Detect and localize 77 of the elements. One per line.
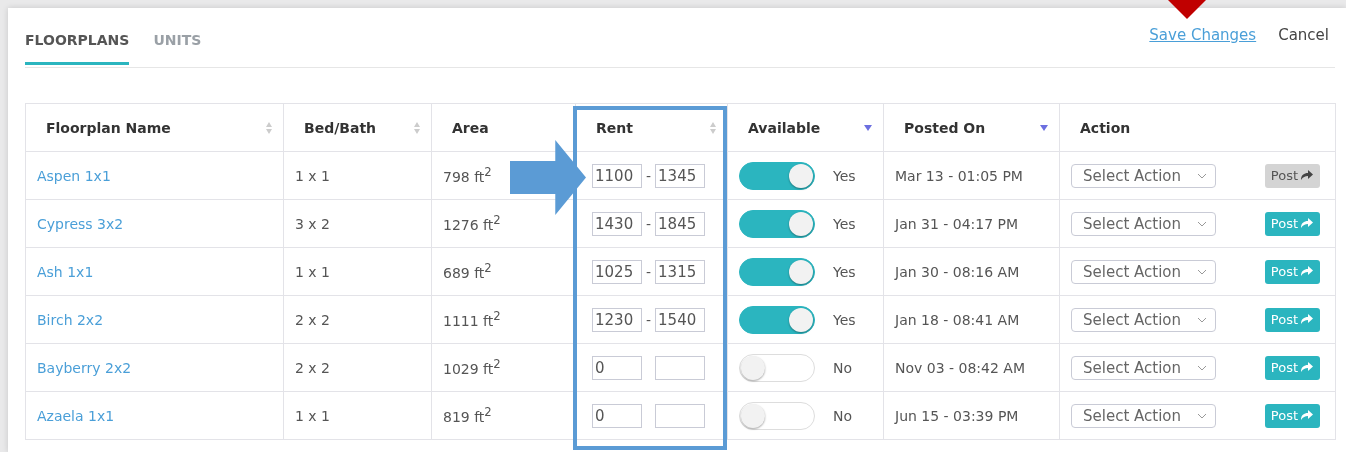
availability-label: Yes xyxy=(833,263,856,280)
chevron-down-icon xyxy=(1197,268,1207,275)
rent-min-field[interactable]: 0 xyxy=(592,403,642,428)
sort-descending-icon[interactable] xyxy=(863,123,873,132)
availability-label: No xyxy=(833,359,853,376)
rent-max-field[interactable]: 1345 xyxy=(655,163,706,188)
sort-icon[interactable] xyxy=(709,120,717,135)
chevron-down-icon xyxy=(1197,220,1207,227)
table-cell: 819 ft$^{2}$ xyxy=(443,409,492,426)
availability-label: No xyxy=(833,407,853,424)
action-select[interactable]: Select Action xyxy=(1071,211,1216,236)
column-header: Area xyxy=(452,119,489,136)
chevron-down-icon xyxy=(1197,412,1207,419)
cancel-link[interactable]: Cancel xyxy=(1278,26,1329,44)
range-separator: - xyxy=(646,167,652,184)
availability-label: Yes xyxy=(833,167,856,184)
share-arrow-icon xyxy=(1300,314,1314,325)
action-select[interactable]: Select Action xyxy=(1071,163,1216,188)
availability-label: Yes xyxy=(833,311,856,328)
column-header: Rent xyxy=(596,119,633,136)
table-cell: 1276 ft$^{2}$ xyxy=(443,217,501,234)
rent-max-field[interactable]: 1540 xyxy=(655,307,706,332)
range-separator: - xyxy=(646,215,652,232)
availability-toggle[interactable] xyxy=(739,305,815,334)
sort-icon[interactable] xyxy=(265,120,273,135)
table-cell: Jan 30 - 08:16 AM xyxy=(895,263,1020,280)
range-separator: - xyxy=(646,311,652,328)
marker-triangle xyxy=(1168,0,1206,20)
share-arrow-icon xyxy=(1300,266,1314,277)
tab[interactable]: FLOORPLANS xyxy=(25,32,130,65)
table-cell: 2 x 2 xyxy=(295,311,330,328)
rent-max-field[interactable] xyxy=(655,403,705,428)
availability-toggle[interactable] xyxy=(739,209,815,238)
column-header: Action xyxy=(1080,119,1131,136)
table-cell: 689 ft$^{2}$ xyxy=(443,265,492,282)
chevron-down-icon xyxy=(1197,316,1207,323)
rent-min-field[interactable]: 1100 xyxy=(592,163,642,188)
availability-toggle[interactable] xyxy=(739,257,815,286)
action-select[interactable]: Select Action xyxy=(1071,307,1216,332)
table-cell: 1029 ft$^{2}$ xyxy=(443,361,501,378)
column-header: Floorplan Name xyxy=(46,119,171,136)
chevron-down-icon xyxy=(1197,364,1207,371)
share-arrow-icon xyxy=(1300,218,1314,229)
table-cell: 3 x 2 xyxy=(295,215,330,232)
table-cell: 2 x 2 xyxy=(295,359,330,376)
sort-icon[interactable] xyxy=(413,120,421,135)
table-cell: Jan 18 - 08:41 AM xyxy=(895,311,1020,328)
range-separator: - xyxy=(646,263,652,280)
column-header: Posted On xyxy=(904,119,986,136)
rent-max-field[interactable]: 1315 xyxy=(655,259,706,284)
table-cell: Mar 13 - 01:05 PM xyxy=(895,167,1023,184)
rent-min-field[interactable]: 0 xyxy=(592,355,642,380)
rent-max-field[interactable] xyxy=(655,355,705,380)
column-header: Bed/Bath xyxy=(304,119,377,136)
table-cell: Nov 03 - 08:42 AM xyxy=(895,359,1025,376)
action-select[interactable]: Select Action xyxy=(1071,259,1216,284)
rent-min-field[interactable]: 1230 xyxy=(592,307,642,332)
column-header: Available xyxy=(748,119,821,136)
share-arrow-icon xyxy=(1300,362,1314,373)
table-cell: 1 x 1 xyxy=(295,407,330,424)
table-cell: 1 x 1 xyxy=(295,263,330,280)
rent-max-field[interactable]: 1845 xyxy=(655,211,706,236)
table-cell: 798 ft$^{2}$ xyxy=(443,169,492,186)
table-cell: Jun 15 - 03:39 PM xyxy=(895,407,1019,424)
chevron-down-icon xyxy=(1197,172,1207,179)
table-cell: 1111 ft$^{2}$ xyxy=(443,313,501,330)
availability-label: Yes xyxy=(833,215,856,232)
availability-toggle[interactable] xyxy=(739,161,815,190)
share-arrow-icon xyxy=(1300,170,1314,181)
action-select[interactable]: Select Action xyxy=(1071,403,1216,428)
sort-descending-icon[interactable] xyxy=(1039,123,1049,132)
share-arrow-icon xyxy=(1300,410,1314,421)
action-select[interactable]: Select Action xyxy=(1071,355,1216,380)
table-cell: Jan 31 - 04:17 PM xyxy=(895,215,1019,232)
rent-min-field[interactable]: 1430 xyxy=(592,211,642,236)
rent-min-field[interactable]: 1025 xyxy=(592,259,642,284)
table-cell: 1 x 1 xyxy=(295,167,330,184)
